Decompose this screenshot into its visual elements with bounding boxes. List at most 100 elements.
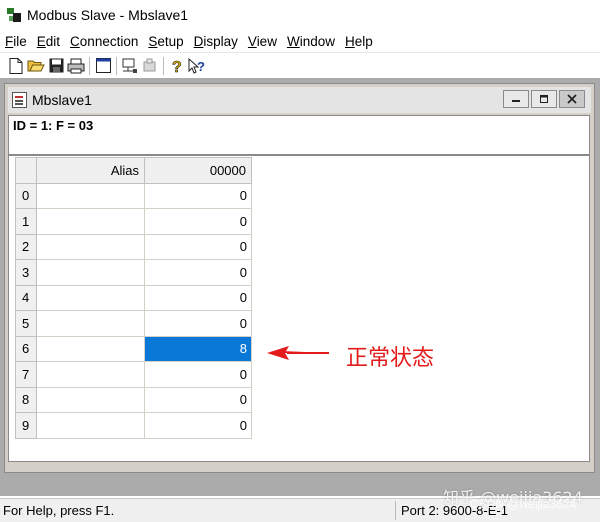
title-bar: Modbus Slave - Mbslave1 [0, 0, 600, 30]
alias-cell[interactable] [36, 412, 145, 439]
save-icon[interactable] [46, 56, 66, 76]
row-header[interactable]: 6 [15, 335, 37, 362]
toolbar-separator [163, 56, 164, 75]
window-icon[interactable] [93, 56, 113, 76]
menu-accelerator: C [70, 33, 80, 49]
register-value-cell[interactable]: 8 [144, 335, 252, 362]
print-icon[interactable] [66, 56, 86, 76]
alias-cell[interactable] [36, 361, 145, 388]
menu-label-rest: etup [157, 33, 184, 49]
help-icon[interactable]: ? [167, 56, 187, 76]
alias-cell[interactable] [36, 259, 145, 286]
row-header[interactable]: 9 [15, 412, 37, 439]
alias-cell[interactable] [36, 335, 145, 362]
alias-cell[interactable] [36, 386, 145, 413]
table-header-row: Alias 00000 [15, 157, 252, 184]
table-row: 10 [15, 208, 252, 235]
toolbar: ? ? [0, 52, 600, 78]
child-title-bar[interactable]: Mbslave1 [8, 87, 591, 113]
menu-label-rest: iew [256, 33, 277, 49]
child-window-mbslave1: Mbslave1 ID = 1: F = 03 Alias 00000 00 1… [4, 83, 595, 473]
row-header[interactable]: 8 [15, 386, 37, 413]
menu-label-rest: elp [354, 33, 373, 49]
menu-item[interactable]: Edit [32, 34, 65, 49]
toolbar-separator [116, 56, 117, 75]
row-header[interactable]: 5 [15, 310, 37, 337]
register-value-cell[interactable]: 0 [144, 259, 252, 286]
connect-icon[interactable] [120, 56, 140, 76]
alias-cell[interactable] [36, 310, 145, 337]
document-icon [12, 92, 27, 108]
table-row: 40 [15, 284, 252, 311]
table-row: 68 [15, 335, 252, 362]
menu-item[interactable]: Setup [143, 34, 188, 49]
register-value-cell[interactable]: 0 [144, 310, 252, 337]
row-header[interactable]: 0 [15, 182, 37, 209]
menu-bar: File Edit Connection Setup Display View Window… [0, 30, 600, 52]
register-table: Alias 00000 00102030405068708090 [15, 157, 252, 439]
table-row: 70 [15, 361, 252, 388]
status-divider [395, 501, 396, 520]
table-row: 90 [15, 412, 252, 439]
row-header[interactable]: 4 [15, 284, 37, 311]
register-value-cell[interactable]: 0 [144, 233, 252, 260]
alias-cell[interactable] [36, 284, 145, 311]
annotation-text: 正常状态 [346, 346, 435, 371]
menu-item[interactable]: View [243, 34, 282, 49]
alias-cell[interactable] [36, 233, 145, 260]
table-row: 00 [15, 182, 252, 209]
red-annotation: 正常状态 [263, 338, 463, 372]
alias-cell[interactable] [36, 208, 145, 235]
menu-accelerator: W [286, 33, 300, 49]
menu-label-rest: ile [13, 33, 27, 49]
table-row: 80 [15, 386, 252, 413]
minimize-button[interactable] [503, 90, 529, 108]
table-row: 50 [15, 310, 252, 337]
menu-item[interactable]: Window [282, 34, 340, 49]
close-icon [567, 94, 577, 104]
window-title: Modbus Slave - Mbslave1 [27, 7, 189, 23]
minimize-icon [512, 100, 520, 102]
menu-item[interactable]: Connection [65, 34, 143, 49]
restore-icon [540, 95, 548, 103]
register-value-cell[interactable]: 0 [144, 412, 252, 439]
menu-item[interactable]: Help [340, 34, 378, 49]
menu-label-rest: isplay [203, 33, 238, 49]
menu-accelerator: F [5, 33, 14, 49]
menu-item[interactable]: File [0, 34, 32, 49]
menu-item[interactable]: Display [189, 34, 243, 49]
row-header[interactable]: 2 [15, 233, 37, 260]
disconnect-icon[interactable] [140, 56, 160, 76]
row-header[interactable]: 7 [15, 361, 37, 388]
status-help-text: For Help, press F1. [3, 503, 115, 518]
row-header[interactable]: 3 [15, 259, 37, 286]
svg-text:?: ? [197, 59, 205, 74]
red-arrow-icon [267, 346, 329, 360]
table-row: 20 [15, 233, 252, 260]
close-button[interactable] [559, 90, 585, 108]
context-help-icon[interactable]: ? [187, 56, 207, 76]
watermark-csdn: CSDN @weijia3624 [470, 497, 577, 511]
slave-info-panel: ID = 1: F = 03 [8, 115, 590, 155]
new-file-icon[interactable] [6, 56, 26, 76]
row-header[interactable]: 1 [15, 208, 37, 235]
alias-cell[interactable] [36, 182, 145, 209]
menu-accelerator: V [247, 33, 257, 49]
svg-text:?: ? [172, 59, 182, 74]
register-value-cell[interactable]: 0 [144, 284, 252, 311]
register-value-cell[interactable]: 0 [144, 208, 252, 235]
register-value-cell[interactable]: 0 [144, 182, 252, 209]
slave-id-function-label: ID = 1: F = 03 [13, 118, 94, 133]
column-header-address[interactable]: 00000 [144, 157, 252, 184]
open-folder-icon[interactable] [26, 56, 46, 76]
child-window-title: Mbslave1 [32, 92, 92, 108]
menu-label-rest: indow [299, 33, 335, 49]
restore-button[interactable] [531, 90, 557, 108]
register-value-cell[interactable]: 0 [144, 361, 252, 388]
grid-corner [15, 157, 37, 184]
column-header-alias[interactable]: Alias [36, 157, 145, 184]
register-value-cell[interactable]: 0 [144, 386, 252, 413]
table-row: 30 [15, 259, 252, 286]
menu-label-rest: dit [45, 33, 61, 49]
window-controls [501, 90, 585, 108]
